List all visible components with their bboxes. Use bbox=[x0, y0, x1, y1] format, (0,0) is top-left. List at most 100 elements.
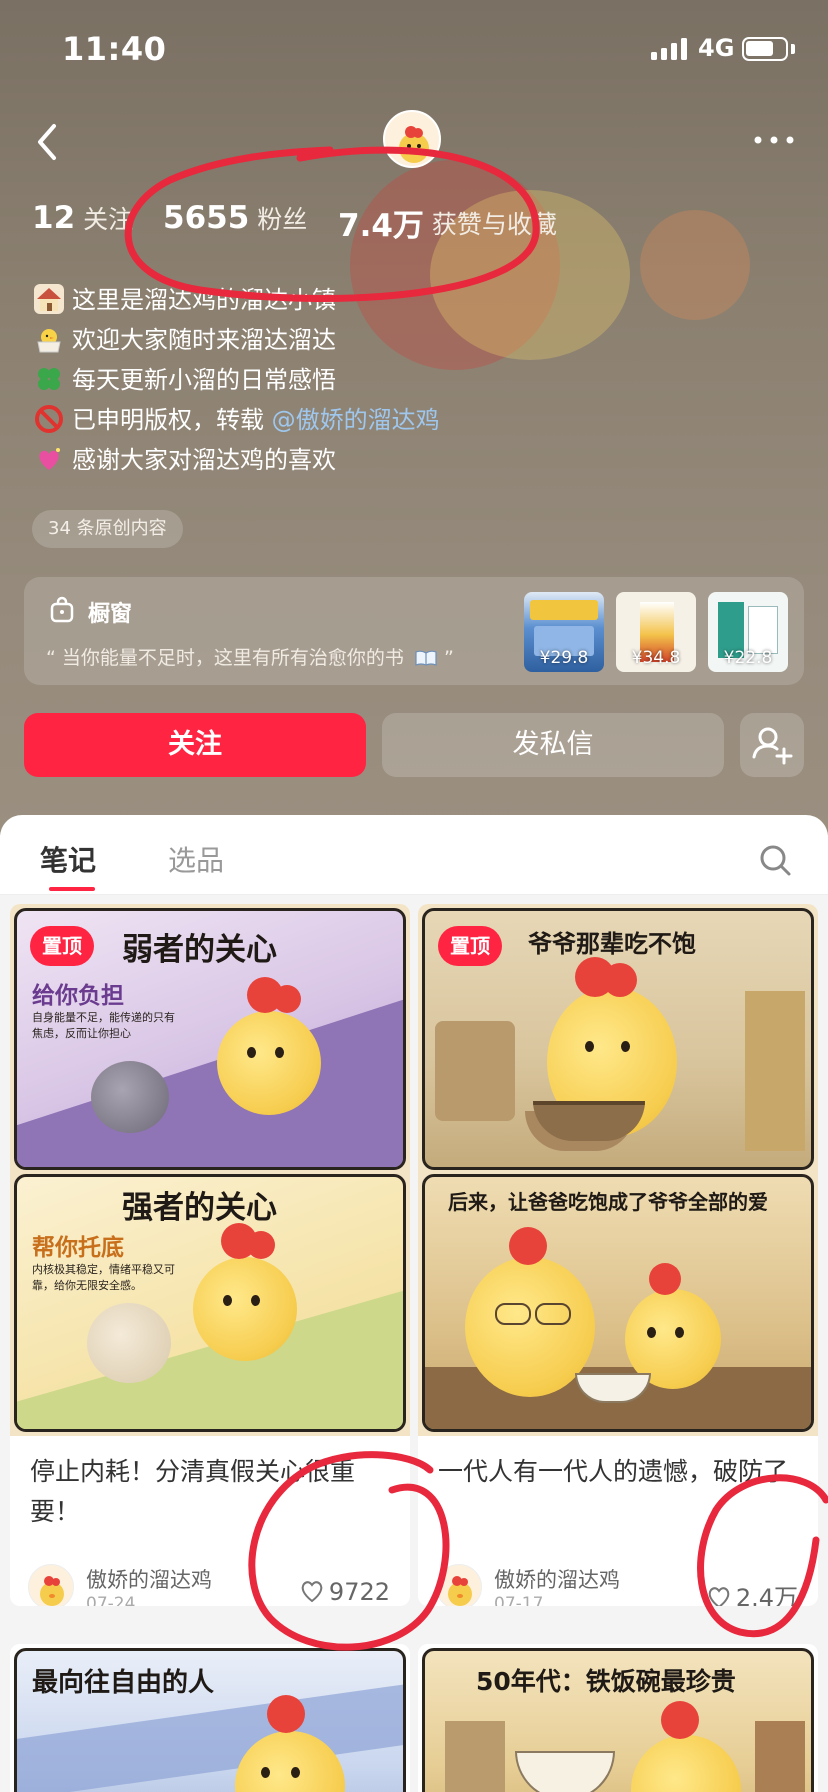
stat-followers-label: 粉丝 bbox=[257, 205, 308, 234]
note-card[interactable]: 50年代：铁饭碗最珍贵 bbox=[418, 1644, 818, 1792]
author-avatar[interactable] bbox=[436, 1564, 482, 1606]
author-avatar[interactable] bbox=[28, 1564, 74, 1606]
house-icon bbox=[34, 284, 64, 314]
follow-button[interactable]: 关注 bbox=[24, 713, 366, 777]
search-icon[interactable] bbox=[758, 843, 792, 877]
bio-text: 这里是溜达鸡的溜达小镇 bbox=[72, 286, 336, 314]
yellow-chick bbox=[193, 1257, 297, 1361]
like-count: 2.4万 bbox=[735, 1584, 798, 1606]
author-name[interactable]: 傲娇的溜达鸡 bbox=[494, 1564, 620, 1594]
status-time: 11:40 bbox=[62, 30, 167, 68]
heart-icon bbox=[301, 1581, 323, 1603]
network-type: 4G bbox=[698, 34, 735, 62]
cover-heading: 后来，让爸爸吃饱成了爷爷全部的爱 bbox=[448, 1190, 768, 1214]
note-title[interactable]: 停止内耗！分清真假关心很重要！ bbox=[30, 1452, 390, 1532]
bio-text: 欢迎大家随时来溜达溜达 bbox=[72, 326, 336, 354]
like-button[interactable]: 2.4万 bbox=[706, 1578, 798, 1606]
chick-avatar-icon bbox=[40, 1576, 64, 1606]
tab-notes[interactable]: 笔记 bbox=[40, 839, 96, 879]
cover-heading: 最向往自由的人 bbox=[32, 1668, 215, 1698]
shop-window-title: 橱窗 bbox=[88, 602, 133, 627]
four-leaf-clover-icon bbox=[34, 364, 64, 394]
status-bar: 11:40 4G bbox=[0, 0, 828, 100]
pinned-badge: 置顶 bbox=[438, 926, 502, 966]
shop-subtitle-text: “ 当你能量不足时，这里有所有治愈你的书 bbox=[46, 647, 404, 669]
tab-selections[interactable]: 选品 bbox=[168, 839, 224, 879]
bio-text: 已申明版权，转载 bbox=[72, 406, 272, 434]
chick-comb bbox=[273, 985, 301, 1013]
original-content-tag[interactable]: 34 条原创内容 bbox=[32, 510, 183, 548]
profile-bio: 这里是溜达鸡的溜达小镇 欢迎大家随时来溜达溜达 每天更新小溜的日常感悟 已申明版… bbox=[34, 280, 440, 480]
bio-line: 感谢大家对溜达鸡的喜欢 bbox=[34, 440, 440, 480]
product-price: ¥34.8 bbox=[631, 648, 681, 668]
signal-icon bbox=[651, 38, 687, 60]
product-price: ¥22.8 bbox=[723, 648, 773, 668]
content-tabs: 笔记 选品 bbox=[0, 815, 828, 895]
sparkling-heart-icon bbox=[34, 444, 64, 474]
message-button[interactable]: 发私信 bbox=[382, 713, 724, 777]
mention-link[interactable]: @傲娇的溜达鸡 bbox=[272, 406, 440, 434]
chick-avatar-icon bbox=[448, 1576, 472, 1606]
bio-line: 已申明版权，转载 @傲娇的溜达鸡 bbox=[34, 400, 440, 440]
avatar[interactable] bbox=[383, 110, 441, 168]
chick-eye bbox=[585, 1041, 594, 1052]
chick-comb bbox=[267, 1695, 305, 1733]
note-cover[interactable]: 最向往自由的人 bbox=[10, 1644, 410, 1792]
chick-eye bbox=[251, 1295, 260, 1306]
cover-heading: 50年代：铁饭碗最珍贵 bbox=[476, 1667, 736, 1696]
note-card[interactable]: 最向往自由的人 bbox=[10, 1644, 410, 1792]
author-name[interactable]: 傲娇的溜达鸡 bbox=[86, 1564, 212, 1594]
stat-following[interactable]: 12 关注 bbox=[32, 200, 133, 236]
cover-heading: 弱者的关心 bbox=[122, 932, 277, 968]
shop-subtitle-end: ” bbox=[437, 647, 454, 669]
like-count: 9722 bbox=[328, 1578, 390, 1606]
chick-comb bbox=[649, 1263, 681, 1295]
stat-followers-count: 5655 bbox=[163, 200, 250, 236]
active-tab-indicator bbox=[49, 887, 95, 891]
bio-line: 欢迎大家随时来溜达溜达 bbox=[34, 320, 440, 360]
battery-icon bbox=[742, 37, 788, 61]
add-friend-button[interactable] bbox=[740, 713, 804, 777]
note-card[interactable]: 置顶 爷爷那辈吃不饱 后来，让爸爸吃饱成了爷爷全部的爱 一代人有一代人的遗憾，破… bbox=[418, 904, 818, 1606]
back-arrow-icon[interactable] bbox=[30, 120, 66, 164]
heart-icon bbox=[708, 1587, 730, 1606]
chick-comb bbox=[603, 963, 637, 997]
note-cover[interactable]: 50年代：铁饭碗最珍贵 bbox=[418, 1644, 818, 1792]
yellow-chick bbox=[631, 1735, 741, 1792]
chick-eye bbox=[675, 1327, 684, 1338]
note-card[interactable]: 置顶 弱者的关心 给你负担 自身能量不足，能传递的只有焦虑，反而让你担心 强者的… bbox=[10, 904, 410, 1606]
note-title[interactable]: 一代人有一代人的遗憾，破防了 bbox=[438, 1452, 798, 1492]
note-cover[interactable]: 置顶 爷爷那辈吃不饱 后来，让爸爸吃饱成了爷爷全部的爱 bbox=[418, 904, 818, 1436]
note-cover[interactable]: 置顶 弱者的关心 给你负担 自身能量不足，能传递的只有焦虑，反而让你担心 强者的… bbox=[10, 904, 410, 1436]
chick-eye bbox=[247, 1047, 256, 1058]
post-date: 07-24 bbox=[86, 1594, 136, 1606]
more-options-icon[interactable] bbox=[752, 132, 796, 148]
product-thumbnail[interactable]: ¥29.8 bbox=[524, 592, 604, 672]
bio-line: 每天更新小溜的日常感悟 bbox=[34, 360, 440, 400]
stat-following-count: 12 bbox=[32, 200, 76, 236]
chick-eye bbox=[275, 1047, 284, 1058]
chick-eye bbox=[647, 1327, 656, 1338]
shop-window-subtitle: “ 当你能量不足时，这里有所有治愈你的书 ” bbox=[46, 643, 454, 672]
like-button[interactable]: 9722 bbox=[299, 1578, 390, 1606]
beige-chick bbox=[87, 1303, 171, 1383]
cover-heading: 爷爷那辈吃不饱 bbox=[528, 930, 696, 958]
battery-tip bbox=[791, 44, 795, 54]
stat-likes-count: 7.4万 bbox=[338, 208, 424, 244]
pinned-badge: 置顶 bbox=[30, 926, 94, 966]
chick-eye bbox=[261, 1767, 270, 1778]
product-thumbnail[interactable]: ¥34.8 bbox=[616, 592, 696, 672]
hatching-chick-icon bbox=[34, 324, 64, 354]
bio-line: 这里是溜达鸡的溜达小镇 bbox=[34, 280, 440, 320]
stat-followers[interactable]: 5655 粉丝 bbox=[163, 200, 307, 236]
post-date: 07-17 bbox=[494, 1594, 544, 1606]
stat-likes-saves[interactable]: 7.4万 获赞与收藏 bbox=[338, 200, 557, 245]
shop-window-card[interactable]: 橱窗 “ 当你能量不足时，这里有所有治愈你的书 ” ¥29.8 ¥34.8 ¥2… bbox=[24, 577, 804, 685]
open-book-icon bbox=[414, 649, 438, 672]
chick-eye bbox=[223, 1295, 232, 1306]
cover-caption: 自身能量不足，能传递的只有焦虑，反而让你担心 bbox=[32, 1011, 175, 1040]
grey-chick bbox=[91, 1061, 169, 1133]
stat-likes-label: 获赞与收藏 bbox=[431, 209, 557, 239]
chick-comb bbox=[247, 1231, 275, 1259]
product-thumbnail[interactable]: ¥22.8 bbox=[708, 592, 788, 672]
